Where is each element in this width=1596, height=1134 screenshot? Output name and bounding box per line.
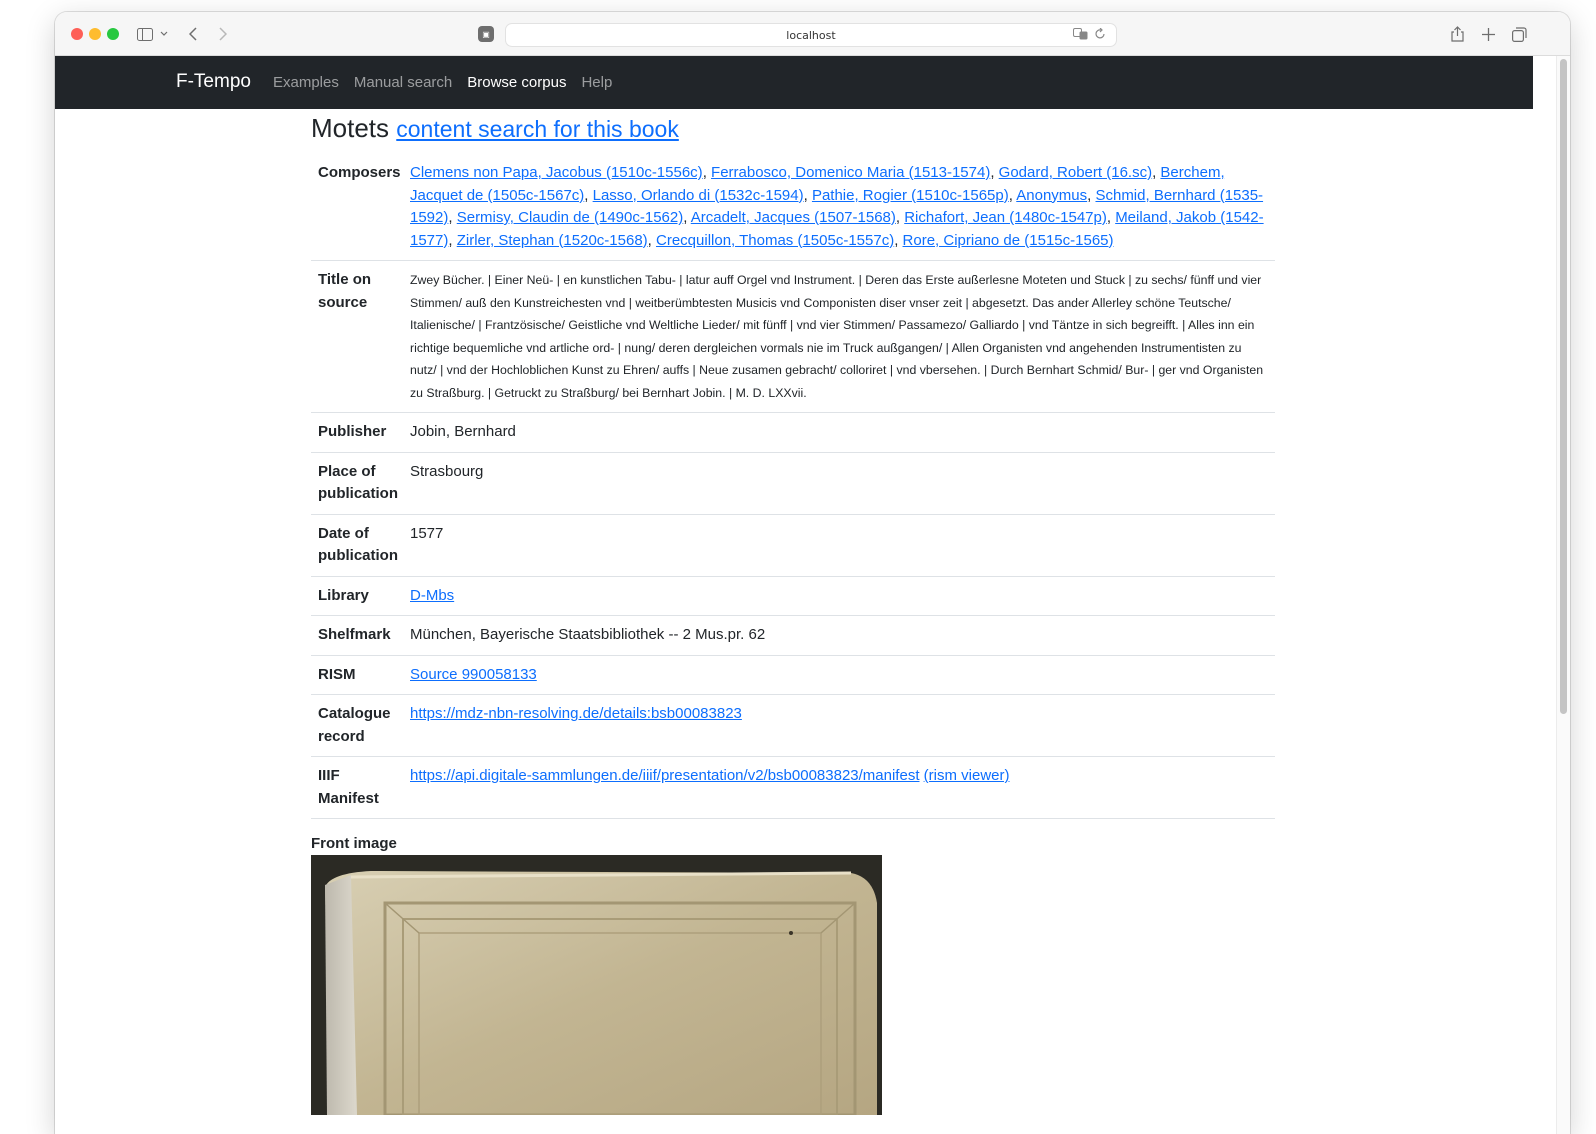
address-bar[interactable]: localhost — [505, 23, 1117, 47]
brand-link[interactable]: F-Tempo — [176, 71, 251, 93]
composers-row: Composers Clemens non Papa, Jacobus (151… — [311, 154, 1275, 261]
book-cover-image — [311, 855, 882, 1115]
date-value: 1577 — [410, 514, 1275, 577]
minimize-window-button[interactable] — [89, 28, 101, 40]
row-label: IIIF Manifest — [311, 756, 410, 819]
publisher-value: Jobin, Bernhard — [410, 412, 1275, 453]
library-link[interactable]: D-Mbs — [410, 587, 454, 604]
nav-link-manual-search[interactable]: Manual search — [354, 74, 452, 91]
page-title: Motets content search for this book — [311, 111, 1275, 146]
library-row: Library D-Mbs — [311, 576, 1275, 616]
catalogue-row: Catalogue record https://mdz-nbn-resolvi… — [311, 694, 1275, 757]
iiif-manifest-link[interactable]: https://api.digitale-sammlungen.de/iiif/… — [410, 767, 919, 784]
front-image-label: Front image — [311, 835, 397, 852]
row-label: Title on source — [311, 260, 410, 413]
forward-arrow-icon[interactable] — [213, 22, 233, 46]
shelfmark-row: Shelfmark München, Bayerische Staatsbibl… — [311, 615, 1275, 656]
reload-icon[interactable] — [1095, 27, 1106, 43]
sidebar-toggle-icon[interactable] — [135, 22, 155, 46]
date-row: Date of publication 1577 — [311, 514, 1275, 577]
composer-link[interactable]: Pathie, Rogier (1510c-1565p) — [812, 187, 1009, 204]
iiif-row: IIIF Manifest https://api.digitale-samml… — [311, 756, 1275, 819]
row-label: Catalogue record — [311, 694, 410, 757]
row-label: RISM — [311, 655, 410, 695]
composer-link[interactable]: Arcadelt, Jacques (1507-1568) — [691, 209, 896, 226]
nav-link-examples[interactable]: Examples — [273, 74, 339, 91]
browser-window: ▣ localhost F-Tempo Examples Manual sear… — [55, 12, 1570, 1134]
place-row: Place of publication Strasbourg — [311, 452, 1275, 515]
composer-link[interactable]: Rore, Cipriano de (1515c-1565) — [903, 232, 1114, 249]
book-detail: Motets content search for this book Comp… — [311, 109, 1275, 1115]
content-search-link[interactable]: content search for this book — [396, 116, 679, 142]
title-on-source-value: Zwey Bücher. | Einer Neü- | en kunstlich… — [410, 260, 1275, 413]
scrollbar-thumb[interactable] — [1560, 59, 1567, 714]
composer-link[interactable]: Lasso, Orlando di (1532c-1594) — [593, 187, 804, 204]
row-label: Shelfmark — [311, 615, 410, 656]
composer-link[interactable]: Richafort, Jean (1480c-1547p) — [904, 209, 1107, 226]
nav-link-browse-corpus[interactable]: Browse corpus — [467, 74, 566, 91]
row-label: Publisher — [311, 412, 410, 453]
rism-viewer-link[interactable]: (rism viewer) — [924, 767, 1010, 784]
rism-row: RISM Source 990058133 — [311, 655, 1275, 695]
title-on-source-row: Title on source Zwey Bücher. | Einer Neü… — [311, 260, 1275, 413]
chevron-down-icon[interactable] — [158, 22, 170, 46]
composer-link[interactable]: Zirler, Stephan (1520c-1568) — [457, 232, 648, 249]
scrollbar-track[interactable] — [1556, 56, 1570, 1134]
shelfmark-value: München, Bayerische Staatsbibliothek -- … — [410, 615, 1275, 656]
site-navbar: F-Tempo Examples Manual search Browse co… — [55, 56, 1533, 109]
zoom-window-button[interactable] — [107, 28, 119, 40]
place-value: Strasbourg — [410, 452, 1275, 515]
composer-link[interactable]: Clemens non Papa, Jacobus (1510c-1556c) — [410, 164, 703, 181]
browser-toolbar: ▣ localhost — [55, 12, 1570, 56]
translate-icon[interactable] — [1073, 28, 1089, 43]
back-arrow-icon[interactable] — [183, 22, 203, 46]
tab-overview-icon[interactable] — [1509, 22, 1529, 46]
close-window-button[interactable] — [71, 28, 83, 40]
publisher-row: Publisher Jobin, Bernhard — [311, 412, 1275, 453]
nav-links: Examples Manual search Browse corpus Hel… — [273, 74, 627, 91]
composer-link[interactable]: Sermisy, Claudin de (1490c-1562) — [457, 209, 684, 226]
composer-list: Clemens non Papa, Jacobus (1510c-1556c),… — [410, 154, 1275, 261]
share-icon[interactable] — [1447, 22, 1467, 46]
row-label: Place of publication — [311, 452, 410, 515]
nav-link-help[interactable]: Help — [581, 74, 612, 91]
rism-link[interactable]: Source 990058133 — [410, 666, 537, 683]
row-label: Composers — [311, 154, 410, 261]
address-text: localhost — [786, 28, 836, 42]
composer-link[interactable]: Crecquillon, Thomas (1505c-1557c) — [656, 232, 894, 249]
row-label: Library — [311, 576, 410, 616]
site-settings-icon[interactable]: ▣ — [478, 26, 494, 42]
composer-link[interactable]: Ferrabosco, Domenico Maria (1513-1574) — [711, 164, 990, 181]
new-tab-icon[interactable] — [1478, 22, 1498, 46]
catalogue-link[interactable]: https://mdz-nbn-resolving.de/details:bsb… — [410, 705, 742, 722]
composer-link[interactable]: Godard, Robert (16.sc) — [999, 164, 1152, 181]
book-title-text: Motets — [311, 113, 390, 143]
book-metadata-table: Composers Clemens non Papa, Jacobus (151… — [311, 154, 1275, 819]
front-image — [311, 855, 882, 1115]
composer-link[interactable]: Anonymus — [1016, 187, 1087, 204]
row-label: Date of publication — [311, 514, 410, 577]
